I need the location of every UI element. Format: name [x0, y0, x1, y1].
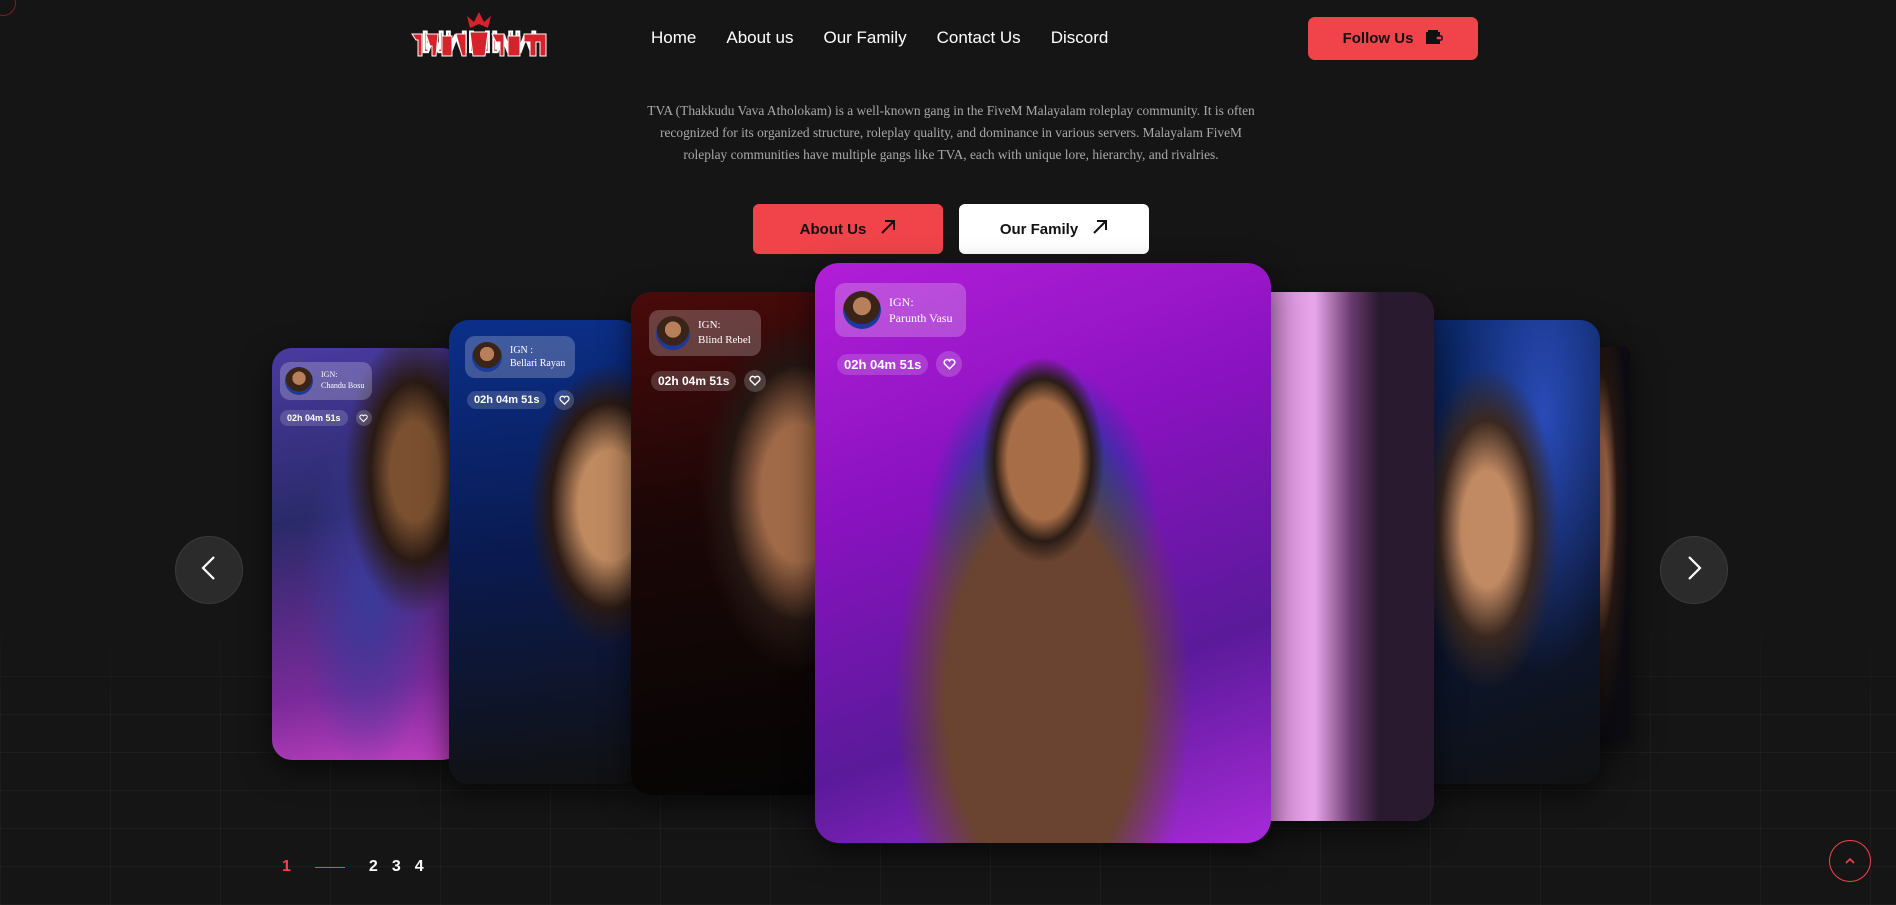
page-2[interactable]: 2	[369, 858, 378, 876]
chevron-up-icon	[1844, 852, 1856, 870]
about-us-label: About Us	[799, 220, 867, 238]
member-name: Chandu Bosu	[321, 381, 365, 390]
member-photo	[815, 263, 1271, 843]
carousel-card[interactable]	[1250, 292, 1434, 821]
main-nav: Home About us Our Family Contact Us Disc…	[651, 28, 1138, 48]
avatar	[656, 316, 690, 350]
carousel-card[interactable]: IGN: Chandu Bosu 02h 04m 51s	[272, 348, 462, 760]
member-name: Blind Rebel	[698, 334, 751, 346]
countdown-timer: 02h 04m 51s	[837, 353, 929, 375]
nav-about-us[interactable]: About us	[726, 28, 793, 48]
countdown-timer: 02h 04m 51s	[280, 410, 348, 426]
nav-discord[interactable]: Discord	[1051, 28, 1109, 48]
wallet-icon	[1425, 29, 1444, 49]
avatar	[472, 342, 502, 372]
chevron-left-icon	[200, 555, 218, 586]
our-family-button[interactable]: Our Family	[959, 204, 1149, 254]
chevron-right-icon	[1685, 555, 1703, 586]
ign-label: IGN:	[321, 370, 338, 380]
page-1[interactable]: 1	[282, 858, 291, 876]
avatar	[843, 291, 881, 329]
page-4[interactable]: 4	[415, 858, 424, 876]
intro-text: TVA (Thakkudu Vava Atholokam) is a well-…	[647, 103, 1255, 163]
arrow-up-right-icon	[1092, 219, 1108, 239]
ign-badge: IGN : Bellari Rayan	[465, 336, 576, 378]
ign-label: IGN:	[698, 319, 721, 332]
timer-row: 02h 04m 51s	[837, 351, 963, 377]
carousel-card[interactable]: IGN : Bellari Rayan 02h 04m 51s	[449, 320, 639, 784]
corner-indicator	[0, 0, 16, 16]
member-name: Bellari Rayan	[510, 358, 566, 369]
next-slide-button[interactable]	[1660, 536, 1728, 604]
heart-icon[interactable]	[355, 410, 372, 426]
carousel-card-active[interactable]: IGN: Parunth Vasu 02h 04m 51s	[815, 263, 1271, 843]
scroll-to-top-button[interactable]	[1829, 840, 1871, 882]
heart-icon[interactable]	[936, 351, 963, 377]
timer-row: 02h 04m 51s	[651, 370, 767, 392]
ign-badge: IGN: Blind Rebel	[649, 310, 761, 356]
heart-icon[interactable]	[744, 370, 767, 392]
ign-label: IGN :	[510, 344, 534, 356]
nav-our-family[interactable]: Our Family	[823, 28, 906, 48]
timer-row: 02h 04m 51s	[280, 410, 372, 426]
timer-row: 02h 04m 51s	[467, 390, 575, 410]
member-photo	[631, 292, 829, 795]
ign-label: IGN:	[889, 294, 914, 309]
active-page-line	[314, 866, 345, 868]
member-photo	[1250, 292, 1434, 821]
follow-us-label: Follow Us	[1342, 30, 1414, 47]
heart-icon[interactable]	[554, 390, 575, 410]
page-3[interactable]: 3	[392, 858, 401, 876]
arrow-up-right-icon	[880, 219, 896, 239]
nav-contact-us[interactable]: Contact Us	[937, 28, 1021, 48]
prev-slide-button[interactable]	[175, 536, 243, 604]
member-name: Parunth Vasu	[889, 311, 953, 325]
nav-home[interactable]: Home	[651, 28, 696, 48]
follow-us-button[interactable]: Follow Us	[1308, 17, 1478, 60]
avatar	[285, 367, 313, 395]
ign-badge: IGN: Chandu Bosu	[280, 362, 373, 400]
our-family-label: Our Family	[999, 220, 1079, 238]
countdown-timer: 02h 04m 51s	[651, 371, 737, 391]
ign-badge: IGN: Parunth Vasu	[835, 283, 967, 337]
countdown-timer: 02h 04m 51s	[467, 391, 547, 409]
about-us-button[interactable]: About Us	[753, 204, 943, 254]
carousel-card[interactable]: IGN: Blind Rebel 02h 04m 51s	[631, 292, 829, 795]
brand-logo[interactable]: ꟽꟽꟽꟽꟽ	[406, 10, 552, 66]
slide-pagination: 1 2 3 4	[282, 858, 424, 876]
member-photo	[1412, 320, 1600, 784]
carousel-card[interactable]	[1412, 320, 1600, 784]
